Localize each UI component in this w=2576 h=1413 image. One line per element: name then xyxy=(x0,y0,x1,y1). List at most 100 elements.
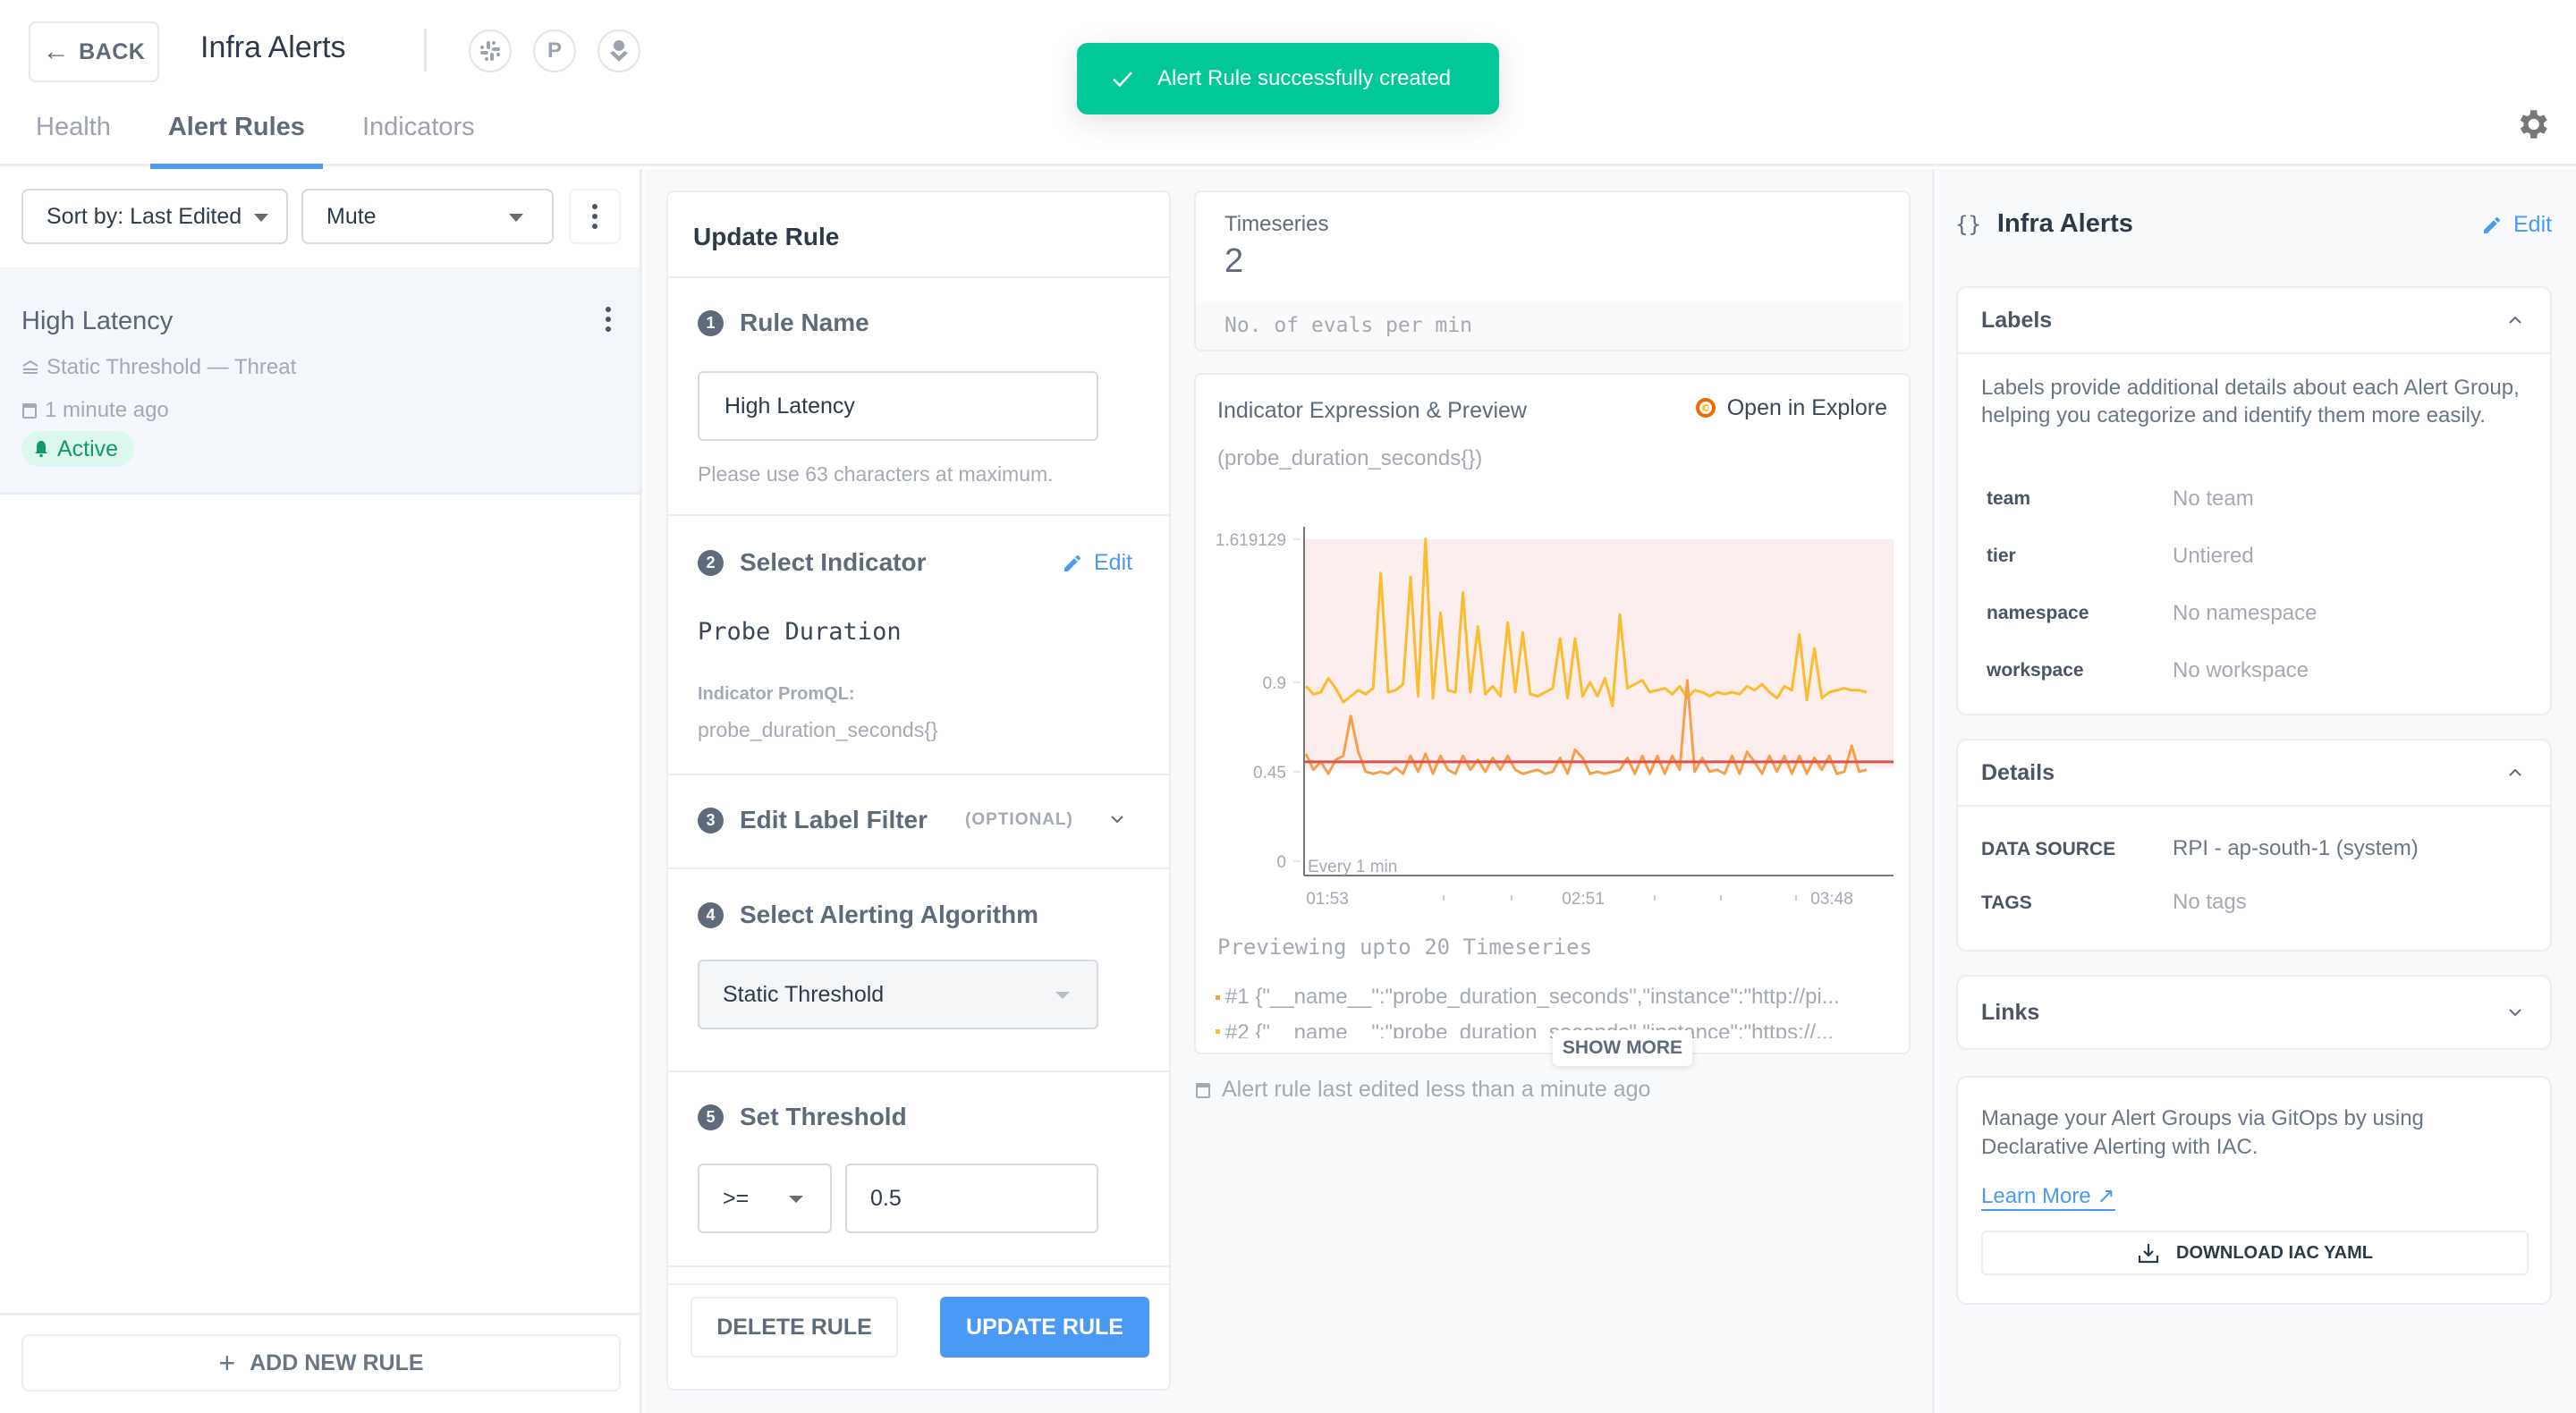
series-legend-item[interactable]: #1 {"__name__":"probe_duration_seconds",… xyxy=(1216,985,1895,1010)
step-edit-label-filter-heading[interactable]: 3 Edit Label Filter (OPTIONAL) xyxy=(698,806,1145,834)
update-rule-label: UPDATE RULE xyxy=(966,1314,1123,1340)
show-more-label: SHOW MORE xyxy=(1562,1037,1683,1058)
calendar-icon xyxy=(22,403,37,419)
operator-value: >= xyxy=(723,1185,750,1211)
success-toast: Alert Rule successfully created xyxy=(1077,43,1499,114)
update-rule-button[interactable]: UPDATE RULE xyxy=(940,1297,1149,1358)
threshold-shaded-region xyxy=(1304,539,1894,768)
optional-tag: (OPTIONAL) xyxy=(965,810,1073,829)
grafana-icon xyxy=(1695,398,1716,418)
labels-description: Labels provide additional details about … xyxy=(1981,376,2520,427)
timeseries-count: 2 xyxy=(1224,242,1244,280)
step-title: Set Threshold xyxy=(740,1103,907,1130)
series-color-dot xyxy=(1216,994,1220,1000)
divider xyxy=(668,514,1169,516)
step-alerting-algorithm-heading: 4 Select Alerting Algorithm xyxy=(698,901,1038,929)
toast-message: Alert Rule successfully created xyxy=(1157,66,1452,90)
delete-rule-label: DELETE RULE xyxy=(716,1314,872,1340)
sort-select[interactable]: Sort by: Last Edited xyxy=(21,189,288,244)
caret-down-icon xyxy=(509,214,523,222)
step-title: Select Indicator xyxy=(740,548,927,576)
learn-more-link[interactable]: Learn More ↗ xyxy=(1981,1183,2115,1211)
rules-sidebar: Sort by: Last Edited Mute High Latency S… xyxy=(0,169,642,1413)
tab-alert-rules-label: Alert Rules xyxy=(167,113,305,141)
show-more-button[interactable]: SHOW MORE xyxy=(1553,1030,1692,1066)
add-new-rule-button[interactable]: + ADD NEW RULE xyxy=(21,1334,621,1392)
opsgenie-icon[interactable] xyxy=(597,30,640,72)
back-button[interactable]: ← BACK xyxy=(29,21,159,82)
delete-rule-button[interactable]: DELETE RULE xyxy=(691,1297,898,1358)
iac-card: Manage your Alert Groups via GitOps by u… xyxy=(1956,1076,2552,1305)
preview-count: Previewing upto 20 Timeseries xyxy=(1217,935,1593,960)
links-accordion: Links xyxy=(1956,975,2552,1050)
label-value: No namespace xyxy=(2173,601,2318,625)
iac-description: Manage your Alert Groups via GitOps by u… xyxy=(1981,1106,2424,1159)
braces-icon: {} xyxy=(1955,211,1981,237)
tab-alert-rules[interactable]: Alert Rules xyxy=(149,106,324,170)
links-accordion-header[interactable]: Links xyxy=(1958,977,2550,1048)
download-icon xyxy=(2138,1244,2159,1264)
threshold-input[interactable]: 0.5 xyxy=(845,1163,1098,1233)
last-edited-label: Alert rule last edited less than a minut… xyxy=(1222,1077,1651,1102)
more-options-button[interactable] xyxy=(569,189,621,244)
slack-glyph xyxy=(480,41,500,61)
detail-key: DATA SOURCE xyxy=(1981,839,2116,859)
step-select-indicator-heading: 2 Select Indicator xyxy=(698,548,927,577)
step-number: 1 xyxy=(698,309,724,336)
detail-value: RPI - ap-south-1 (system) xyxy=(2173,836,2419,860)
step-title: Edit Label Filter xyxy=(740,806,928,833)
step-number: 4 xyxy=(698,901,724,928)
labels-accordion-body: Labels provide additional details about … xyxy=(1958,352,2550,714)
tab-health[interactable]: Health xyxy=(18,106,129,166)
update-rule-form: Update Rule 1 Rule Name High Latency Ple… xyxy=(666,190,1171,1391)
labels-title: Labels xyxy=(1981,307,2053,333)
slack-icon[interactable] xyxy=(469,30,512,72)
preview-chart: 00.450.91.619129 Every 1 min 01:53 02:51 0… xyxy=(1216,527,1894,909)
mute-select[interactable]: Mute xyxy=(301,189,554,244)
open-in-explore-link[interactable]: Open in Explore xyxy=(1693,394,1887,421)
step-title: Rule Name xyxy=(740,309,869,336)
edit-alert-group-link[interactable]: Edit xyxy=(2481,212,2552,238)
evals-per-min-label: No. of evals per min xyxy=(1224,314,1472,337)
rule-edited: 1 minute ago xyxy=(21,398,169,423)
divider xyxy=(668,1070,1169,1072)
label-value: Untiered xyxy=(2173,544,2254,568)
chevron-up-icon xyxy=(2509,316,2521,324)
promql-value: probe_duration_seconds{} xyxy=(698,718,938,741)
chevron-up-icon xyxy=(2509,768,2521,776)
pencil-icon xyxy=(1064,554,1080,571)
labels-accordion-header[interactable]: Labels xyxy=(1958,288,2550,352)
add-new-rule-label: ADD NEW RULE xyxy=(250,1350,424,1375)
algorithm-select[interactable]: Static Threshold xyxy=(698,960,1098,1029)
tab-health-label: Health xyxy=(36,113,111,141)
preview-title: Indicator Expression & Preview xyxy=(1217,398,1527,423)
download-iac-yaml-button[interactable]: DOWNLOAD IAC YAML xyxy=(1981,1231,2529,1275)
pagerduty-icon[interactable]: P xyxy=(533,30,576,72)
rule-more-options-icon[interactable] xyxy=(599,303,617,335)
y-tick-label: 0.9 xyxy=(1263,674,1286,693)
sort-select-label: Sort by: Last Edited xyxy=(47,203,242,229)
chevron-down-icon xyxy=(1111,816,1123,824)
tab-indicators[interactable]: Indicators xyxy=(344,106,493,166)
edit-indicator-link[interactable]: Edit xyxy=(1062,550,1132,576)
edit-label: Edit xyxy=(2513,212,2553,237)
operator-select[interactable]: >= xyxy=(698,1163,832,1233)
rule-name-input[interactable]: High Latency xyxy=(698,371,1098,441)
sidebar-footer-divider xyxy=(0,1313,640,1316)
details-accordion-body: DATA SOURCE RPI - ap-south-1 (system) TAG… xyxy=(1958,805,2550,950)
chevron-down-icon xyxy=(2509,1009,2521,1017)
mute-select-label: Mute xyxy=(326,203,377,229)
step-number: 2 xyxy=(698,549,724,576)
y-axis-ticks: 0 0.45 0.9 1.619129 xyxy=(1216,531,1301,872)
gear-icon[interactable] xyxy=(2513,106,2551,143)
series-label: #1 {"__name__":"probe_duration_seconds",… xyxy=(1225,985,1840,1009)
caret-down-icon xyxy=(789,1196,803,1203)
alert-group-name: Infra Alerts xyxy=(1996,209,2133,238)
label-key: workspace xyxy=(1987,660,2084,681)
alert-group-title: {} Infra Alerts xyxy=(1955,209,2133,239)
details-title: Details xyxy=(1981,759,2055,785)
series-label: #2 {"__name__":"probe_duration_seconds",… xyxy=(1225,1020,1835,1038)
details-accordion-header[interactable]: Details xyxy=(1958,740,2550,805)
label-value: No team xyxy=(2173,487,2254,511)
back-label: BACK xyxy=(79,38,146,64)
